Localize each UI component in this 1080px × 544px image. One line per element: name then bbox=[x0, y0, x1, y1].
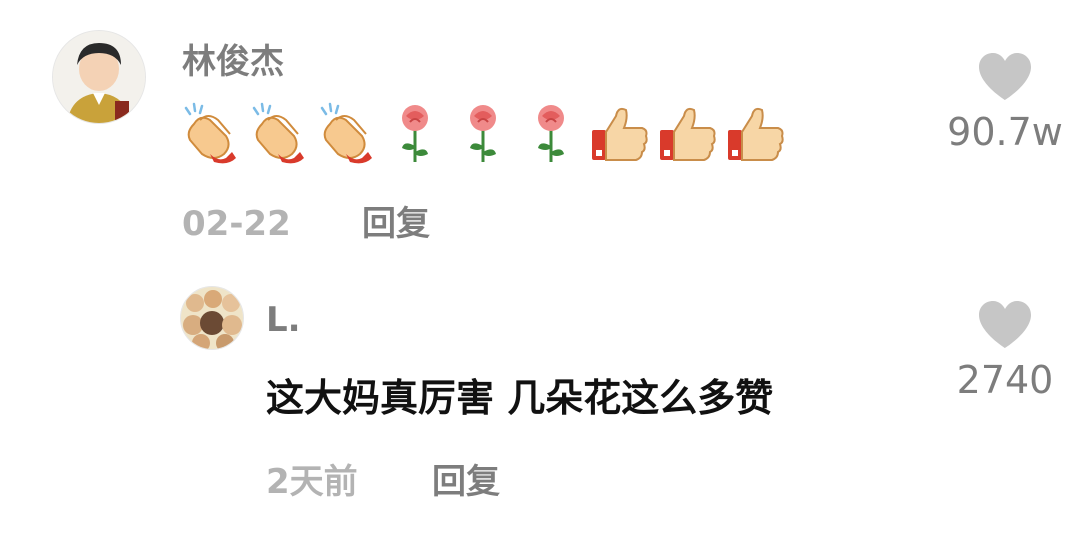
username[interactable]: 林俊杰 bbox=[182, 42, 284, 82]
thumbs-up-icon bbox=[724, 102, 786, 164]
clapping-hands-icon bbox=[316, 102, 378, 164]
thumbs-up-icon bbox=[588, 102, 650, 164]
emoji-row bbox=[180, 102, 786, 164]
like-count: 90.7w bbox=[947, 110, 1063, 154]
like-count: 2740 bbox=[956, 358, 1054, 402]
comment-date: 02-22 bbox=[182, 204, 291, 244]
comment-date: 2天前 bbox=[266, 462, 358, 502]
rose-icon bbox=[452, 102, 514, 164]
heart-icon[interactable] bbox=[977, 300, 1033, 350]
clapping-hands-icon bbox=[180, 102, 242, 164]
comment-item: 林俊杰 02-22 回复 90.7w bbox=[0, 0, 1080, 270]
reply-comment-item: L. 这大妈真厉害 几朵花这么多赞 2天前 回复 2740 bbox=[0, 270, 1080, 544]
clapping-hands-icon bbox=[248, 102, 310, 164]
reply-button[interactable]: 回复 bbox=[362, 204, 430, 244]
like-button[interactable]: 90.7w bbox=[940, 52, 1070, 154]
rose-icon bbox=[520, 102, 582, 164]
thumbs-up-icon bbox=[656, 102, 718, 164]
rose-icon bbox=[384, 102, 446, 164]
username[interactable]: L. bbox=[266, 300, 301, 340]
reply-button[interactable]: 回复 bbox=[432, 462, 500, 502]
heart-icon[interactable] bbox=[977, 52, 1033, 102]
avatar[interactable] bbox=[180, 286, 244, 350]
like-button[interactable]: 2740 bbox=[940, 300, 1070, 402]
avatar[interactable] bbox=[52, 30, 146, 124]
comment-text: 这大妈真厉害 几朵花这么多赞 bbox=[266, 376, 774, 420]
